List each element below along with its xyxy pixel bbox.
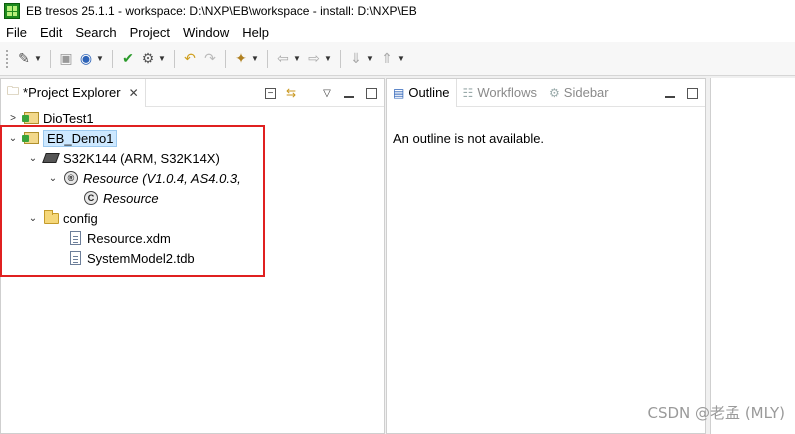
tab-sidebar-label: Sidebar bbox=[563, 85, 609, 100]
new-icon[interactable]: ✎ bbox=[14, 49, 34, 69]
tree-item-eb-demo1[interactable]: ⌄ EB_Demo1 bbox=[7, 128, 118, 148]
toolbar-grip[interactable] bbox=[6, 49, 10, 68]
chip-icon bbox=[42, 150, 60, 166]
maximize-icon[interactable] bbox=[685, 86, 699, 100]
toolbar-separator bbox=[50, 49, 51, 68]
new-dropdown-icon[interactable]: ▼ bbox=[34, 54, 42, 63]
save-icon[interactable]: ▣ bbox=[56, 49, 76, 69]
tab-outline-label: Outline bbox=[408, 85, 450, 100]
tree-item-diotest1[interactable]: > DioTest1 bbox=[7, 108, 94, 128]
link-editor-icon[interactable]: ⇆ bbox=[284, 86, 298, 100]
next-annotation-icon[interactable]: ⇓ bbox=[346, 49, 366, 69]
tab-outline[interactable]: ▤ Outline bbox=[387, 78, 457, 107]
tab-workflows[interactable]: ☷ Workflows bbox=[457, 79, 543, 107]
tab-sidebar[interactable]: ⚙ Sidebar bbox=[543, 79, 615, 107]
generate-dropdown-icon[interactable]: ▼ bbox=[158, 54, 166, 63]
menu-file[interactable]: File bbox=[6, 25, 27, 40]
outline-message: An outline is not available. bbox=[393, 131, 545, 146]
toolbar-separator bbox=[225, 49, 226, 68]
project-explorer-tools: − ⇆ ▽ bbox=[265, 79, 378, 107]
forward-icon[interactable]: ⇨ bbox=[304, 49, 324, 69]
tree-item-resource-xdm[interactable]: Resource.xdm bbox=[67, 228, 171, 248]
toolbar-separator bbox=[340, 49, 341, 68]
file-icon bbox=[67, 250, 83, 266]
minimize-icon[interactable] bbox=[663, 86, 677, 100]
maximize-icon[interactable] bbox=[364, 86, 378, 100]
undo-icon[interactable]: ↶ bbox=[180, 49, 200, 69]
back-dropdown-icon[interactable]: ▼ bbox=[293, 54, 301, 63]
chevron-down-icon[interactable]: ⌄ bbox=[27, 213, 39, 224]
toolbar: ✎ ▼ ▣ ◉ ▼ ✔ ⚙ ▼ ↶ ↷ ✦ ▼ ⇦ ▼ ⇨ ▼ ⇓ ▼ ⇑ ▼ bbox=[0, 42, 795, 76]
tree-item-resource-module[interactable]: ⌄ ® Resource (V1.0.4, AS4.0.3, bbox=[47, 168, 241, 188]
view-menu-icon[interactable]: ▽ bbox=[320, 86, 334, 100]
outline-tools bbox=[663, 79, 699, 107]
project-icon bbox=[21, 130, 39, 146]
chevron-down-icon[interactable]: ⌄ bbox=[27, 153, 39, 164]
redo-icon[interactable]: ↷ bbox=[200, 49, 220, 69]
wand-dropdown-icon[interactable]: ▼ bbox=[251, 54, 259, 63]
menu-search[interactable]: Search bbox=[75, 25, 116, 40]
menu-bar: File Edit Search Project Window Help bbox=[0, 22, 795, 42]
tree-item-label: S32K144 (ARM, S32K14X) bbox=[63, 150, 220, 166]
tab-workflows-label: Workflows bbox=[477, 85, 538, 100]
outline-panel: ▤ Outline ☷ Workflows ⚙ Sidebar An outli… bbox=[386, 78, 706, 434]
file-icon bbox=[67, 230, 83, 246]
folder-icon bbox=[43, 209, 59, 226]
app-icon bbox=[4, 3, 20, 19]
tree-item-systemmodel2[interactable]: SystemModel2.tdb bbox=[67, 248, 195, 268]
toolbar-separator bbox=[112, 49, 113, 68]
generate-icon[interactable]: ⚙ bbox=[138, 49, 158, 69]
prev-annotation-dropdown-icon[interactable]: ▼ bbox=[397, 54, 405, 63]
globe-icon[interactable]: ◉ bbox=[76, 49, 96, 69]
sidebar-icon: ⚙ bbox=[549, 85, 560, 100]
workflows-icon: ☷ bbox=[462, 85, 474, 100]
window-title: EB tresos 25.1.1 - workspace: D:\NXP\EB\… bbox=[26, 4, 417, 18]
tree-item-config[interactable]: ⌄ config bbox=[27, 208, 98, 228]
wand-icon[interactable]: ✦ bbox=[231, 49, 251, 69]
tree-item-label: Resource bbox=[103, 190, 159, 206]
menu-window[interactable]: Window bbox=[183, 25, 229, 40]
chevron-right-icon[interactable]: > bbox=[7, 113, 19, 124]
project-icon bbox=[21, 110, 39, 126]
title-bar: EB tresos 25.1.1 - workspace: D:\NXP\EB\… bbox=[0, 0, 795, 22]
back-icon[interactable]: ⇦ bbox=[273, 49, 293, 69]
verify-icon[interactable]: ✔ bbox=[118, 49, 138, 69]
tree-item-label: EB_Demo1 bbox=[43, 129, 118, 147]
tree-item-resource[interactable]: C Resource bbox=[83, 188, 159, 208]
next-annotation-dropdown-icon[interactable]: ▼ bbox=[366, 54, 374, 63]
tab-project-explorer-label: *Project Explorer bbox=[23, 85, 121, 100]
watermark: CSDN @老孟 (MLY) bbox=[647, 404, 785, 422]
project-explorer-tabbar: 🗀 *Project Explorer ✕ − ⇆ ▽ bbox=[1, 78, 384, 107]
editor-area bbox=[710, 78, 795, 434]
tree-item-label: Resource.xdm bbox=[87, 230, 171, 246]
menu-help[interactable]: Help bbox=[242, 25, 269, 40]
toolbar-separator bbox=[267, 49, 268, 68]
prev-annotation-icon[interactable]: ⇑ bbox=[377, 49, 397, 69]
chevron-down-icon[interactable]: ⌄ bbox=[7, 133, 19, 144]
outline-tabbar: ▤ Outline ☷ Workflows ⚙ Sidebar bbox=[387, 78, 705, 107]
forward-dropdown-icon[interactable]: ▼ bbox=[324, 54, 332, 63]
globe-dropdown-icon[interactable]: ▼ bbox=[96, 54, 104, 63]
module-icon: ® bbox=[63, 170, 79, 186]
tree-item-s32k144[interactable]: ⌄ S32K144 (ARM, S32K14X) bbox=[27, 148, 220, 168]
tree-item-label: config bbox=[63, 210, 98, 226]
tree-item-label: SystemModel2.tdb bbox=[87, 250, 195, 266]
config-icon: C bbox=[83, 190, 99, 206]
collapse-all-icon[interactable]: − bbox=[265, 87, 276, 99]
menu-edit[interactable]: Edit bbox=[40, 25, 62, 40]
minimize-icon[interactable] bbox=[342, 86, 356, 100]
tree-item-label: DioTest1 bbox=[43, 110, 94, 126]
chevron-down-icon[interactable]: ⌄ bbox=[47, 173, 59, 184]
close-icon[interactable]: ✕ bbox=[129, 86, 139, 100]
tree-item-label: Resource (V1.0.4, AS4.0.3, bbox=[83, 170, 241, 186]
menu-project[interactable]: Project bbox=[130, 25, 170, 40]
folder-tab-icon: 🗀 bbox=[7, 84, 20, 98]
project-explorer-panel: 🗀 *Project Explorer ✕ − ⇆ ▽ > DioTest1 ⌄… bbox=[0, 78, 385, 434]
outline-icon: ▤ bbox=[393, 85, 405, 100]
toolbar-separator bbox=[174, 49, 175, 68]
tab-project-explorer[interactable]: 🗀 *Project Explorer ✕ bbox=[1, 78, 146, 107]
